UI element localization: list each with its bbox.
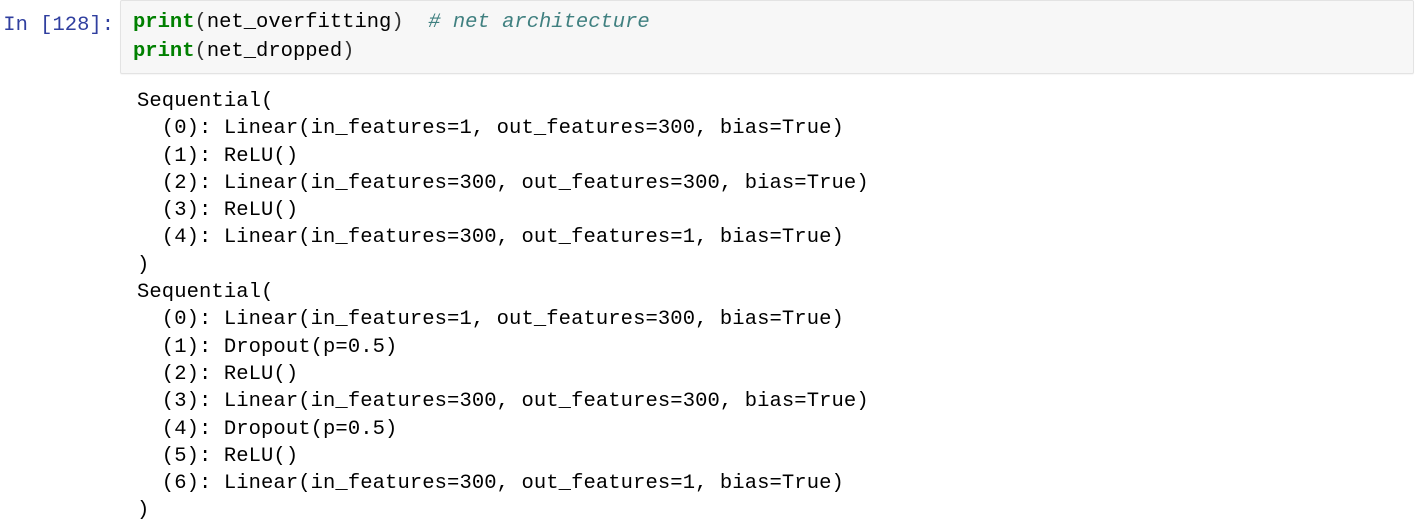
notebook-cell-container: In [128]: print(net_overfitting) # net a… <box>0 0 1425 523</box>
close-paren-2: ) <box>342 40 355 63</box>
code-comment-1: # net architecture <box>428 11 650 34</box>
close-paren-1: ) <box>391 11 404 34</box>
code-cell[interactable]: In [128]: print(net_overfitting) # net a… <box>0 0 1425 74</box>
arg-name-2: net_dropped <box>206 40 343 63</box>
builtin-print-token-2: print <box>133 40 195 63</box>
cell-output-area: Sequential( (0): Linear(in_features=1, o… <box>0 88 1425 525</box>
code-line-2: print(net_dropped) <box>133 37 1413 66</box>
code-line-1: print(net_overfitting) # net architectur… <box>133 8 1413 37</box>
code-spacer-1 <box>404 11 429 34</box>
input-prompt-label: In [128]: <box>3 14 114 37</box>
open-paren-1: ( <box>194 11 207 34</box>
code-editor-area[interactable]: print(net_overfitting) # net architectur… <box>120 0 1414 74</box>
stdout-output-text: Sequential( (0): Linear(in_features=1, o… <box>137 90 869 523</box>
arg-name-1: net_overfitting <box>206 11 392 34</box>
open-paren-2: ( <box>194 40 207 63</box>
builtin-print-token-1: print <box>133 11 195 34</box>
